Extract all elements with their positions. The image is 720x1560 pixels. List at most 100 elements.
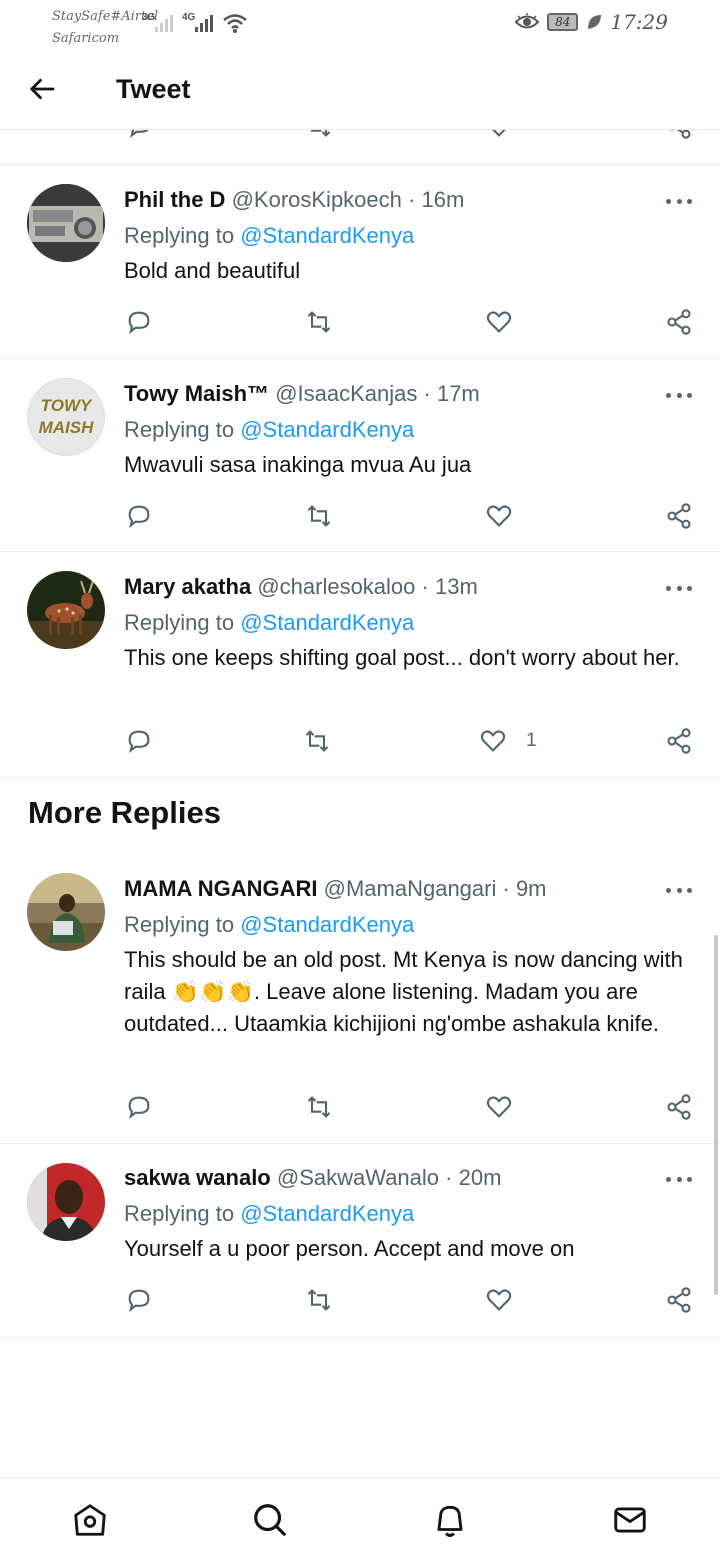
network-type-1: 3G bbox=[142, 12, 156, 23]
reply-tweet[interactable]: sakwa wanalo @SakwaWanalo · 20m Replying… bbox=[0, 1144, 720, 1338]
app-header: Tweet bbox=[0, 50, 720, 130]
timestamp[interactable]: 13m bbox=[435, 574, 478, 599]
reply-button[interactable] bbox=[124, 726, 154, 756]
reply-tweet[interactable]: Mary akatha @charlesokaloo · 13m Replyin… bbox=[0, 552, 720, 778]
replying-to: Replying to @StandardKenya bbox=[124, 1199, 414, 1229]
nav-messages[interactable] bbox=[610, 1500, 650, 1540]
notifications-icon bbox=[437, 1505, 463, 1537]
retweet-button[interactable] bbox=[304, 1092, 334, 1122]
user-handle[interactable]: @charlesokaloo bbox=[257, 574, 415, 599]
timestamp[interactable]: 20m bbox=[459, 1165, 502, 1190]
mention-link[interactable]: @StandardKenya bbox=[240, 417, 414, 442]
user-handle[interactable]: @IsaacKanjas bbox=[275, 381, 417, 406]
scrollbar[interactable] bbox=[714, 935, 718, 1295]
reply-button[interactable] bbox=[124, 501, 154, 531]
signal-bars-2-icon bbox=[195, 14, 213, 32]
reply-icon bbox=[128, 1096, 150, 1119]
share-icon bbox=[667, 309, 691, 335]
tweet-header: Mary akatha @charlesokaloo · 13m bbox=[124, 572, 660, 602]
messages-icon bbox=[614, 1507, 646, 1533]
avatar[interactable]: TOWY MAISH bbox=[27, 378, 105, 456]
tweet-text: Mwavuli sasa inakinga mvua Au jua bbox=[124, 452, 472, 477]
retweet-button[interactable] bbox=[304, 501, 334, 531]
reply-button[interactable] bbox=[124, 307, 154, 337]
mention-link[interactable]: @StandardKenya bbox=[240, 610, 414, 635]
reply-tweet[interactable]: Phil the D @KorosKipkoech · 16m Replying… bbox=[0, 165, 720, 359]
replying-to: Replying to @StandardKenya bbox=[124, 608, 414, 638]
back-button[interactable] bbox=[26, 72, 60, 106]
mention-link[interactable]: @StandardKenya bbox=[240, 912, 414, 937]
retweet-button[interactable] bbox=[304, 1285, 334, 1315]
replying-to: Replying to @StandardKenya bbox=[124, 910, 414, 940]
avatar[interactable] bbox=[27, 1163, 105, 1241]
avatar-text: TOWY bbox=[40, 396, 92, 415]
more-replies-heading: More Replies bbox=[28, 795, 221, 830]
home-icon bbox=[74, 1504, 106, 1536]
carrier-line-2: Safaricom bbox=[52, 31, 120, 46]
mention-link[interactable]: @StandardKenya bbox=[240, 1201, 414, 1226]
like-button[interactable] bbox=[484, 307, 514, 337]
like-button[interactable] bbox=[478, 726, 508, 756]
tweet-header: sakwa wanalo @SakwaWanalo · 20m bbox=[124, 1163, 660, 1193]
user-handle[interactable]: @KorosKipkoech bbox=[232, 187, 402, 212]
display-name[interactable]: Mary akatha bbox=[124, 574, 251, 599]
reply-tweet[interactable]: TOWY MAISH Towy Maish™ @IsaacKanjas · 17… bbox=[0, 359, 720, 552]
like-button[interactable] bbox=[484, 1092, 514, 1122]
share-icon bbox=[667, 728, 691, 754]
like-count: 1 bbox=[526, 730, 537, 751]
reply-button[interactable] bbox=[124, 1092, 154, 1122]
clapping-hands-emoji: 👏👏👏 bbox=[171, 979, 254, 1004]
avatar[interactable] bbox=[27, 873, 105, 951]
tweet-actions: 1 bbox=[0, 726, 720, 756]
replying-to: Replying to @StandardKenya bbox=[124, 415, 414, 445]
tweet-actions bbox=[0, 307, 720, 337]
more-options-button[interactable] bbox=[666, 880, 692, 900]
retweet-button[interactable] bbox=[304, 307, 334, 337]
replying-to-label: Replying to bbox=[124, 223, 235, 248]
timestamp[interactable]: 9m bbox=[516, 876, 547, 901]
nav-search[interactable] bbox=[250, 1500, 290, 1540]
display-name[interactable]: MAMA NGANGARI bbox=[124, 876, 318, 901]
reply-icon bbox=[128, 730, 150, 753]
nav-home[interactable] bbox=[70, 1500, 110, 1540]
share-button[interactable] bbox=[664, 1092, 694, 1122]
nav-notifications[interactable] bbox=[430, 1500, 470, 1540]
more-options-button[interactable] bbox=[666, 1169, 692, 1189]
share-button[interactable] bbox=[664, 726, 694, 756]
like-icon bbox=[486, 1096, 512, 1118]
share-button[interactable] bbox=[664, 501, 694, 531]
tweet-actions bbox=[0, 1092, 720, 1122]
share-icon bbox=[667, 1094, 691, 1120]
share-button[interactable] bbox=[664, 1285, 694, 1315]
clock: 17:29 bbox=[610, 10, 668, 34]
replying-to-label: Replying to bbox=[124, 610, 235, 635]
replying-to: Replying to @StandardKenya bbox=[124, 221, 414, 251]
battery-indicator: 84 bbox=[547, 13, 579, 31]
display-name[interactable]: Towy Maish™ bbox=[124, 381, 269, 406]
like-button[interactable] bbox=[484, 1285, 514, 1315]
more-options-button[interactable] bbox=[666, 578, 692, 598]
like-icon bbox=[486, 1289, 512, 1311]
timestamp[interactable]: 16m bbox=[421, 187, 464, 212]
replying-to-label: Replying to bbox=[124, 1201, 235, 1226]
display-name[interactable]: Phil the D bbox=[124, 187, 225, 212]
retweet-button[interactable] bbox=[302, 726, 332, 756]
more-options-button[interactable] bbox=[666, 191, 692, 211]
avatar[interactable] bbox=[27, 184, 105, 262]
share-button[interactable] bbox=[664, 307, 694, 337]
more-options-button[interactable] bbox=[666, 385, 692, 405]
mention-link[interactable]: @StandardKenya bbox=[240, 223, 414, 248]
avatar[interactable] bbox=[27, 571, 105, 649]
replying-to-label: Replying to bbox=[124, 912, 235, 937]
like-button[interactable] bbox=[484, 501, 514, 531]
back-arrow-icon bbox=[30, 78, 55, 100]
reply-button[interactable] bbox=[124, 1285, 154, 1315]
tweet-text: This one keeps shifting goal post... don… bbox=[124, 645, 680, 670]
timestamp[interactable]: 17m bbox=[437, 381, 480, 406]
display-name[interactable]: sakwa wanalo bbox=[124, 1165, 271, 1190]
reply-tweet[interactable]: MAMA NGANGARI @MamaNgangari · 9m Replyin… bbox=[0, 852, 720, 1144]
leaf-icon bbox=[588, 15, 602, 29]
user-handle[interactable]: @MamaNgangari bbox=[324, 876, 497, 901]
user-handle[interactable]: @SakwaWanalo bbox=[277, 1165, 439, 1190]
tweet-header: Towy Maish™ @IsaacKanjas · 17m bbox=[124, 379, 660, 409]
